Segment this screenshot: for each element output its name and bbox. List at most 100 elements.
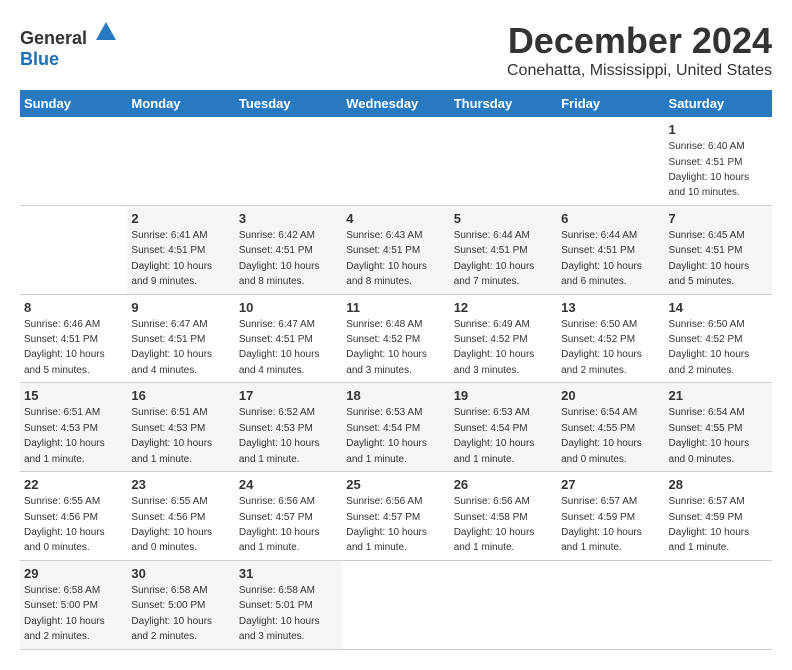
daylight-info: Daylight: 10 hours and 0 minutes.	[561, 438, 642, 464]
sunrise-info: Sunrise: 6:49 AM	[454, 319, 530, 330]
daylight-info: Daylight: 10 hours and 4 minutes.	[131, 349, 212, 375]
page-header: General Blue December 2024 Conehatta, Mi…	[20, 20, 772, 80]
table-cell: 12Sunrise: 6:49 AMSunset: 4:52 PMDayligh…	[450, 294, 557, 383]
day-number: 25	[346, 476, 445, 494]
table-cell: 28Sunrise: 6:57 AMSunset: 4:59 PMDayligh…	[665, 472, 772, 561]
day-number: 29	[24, 565, 123, 583]
sunrise-info: Sunrise: 6:58 AM	[131, 585, 207, 596]
sunset-info: Sunset: 4:55 PM	[561, 423, 635, 434]
table-cell	[235, 117, 342, 205]
calendar-week-row: 2Sunrise: 6:41 AMSunset: 4:51 PMDaylight…	[20, 205, 772, 294]
sunset-info: Sunset: 4:52 PM	[454, 334, 528, 345]
sunrise-info: Sunrise: 6:47 AM	[131, 319, 207, 330]
sunrise-info: Sunrise: 6:42 AM	[239, 230, 315, 241]
subtitle: Conehatta, Mississippi, United States	[507, 62, 772, 80]
day-number: 20	[561, 387, 660, 405]
daylight-info: Daylight: 10 hours and 0 minutes.	[669, 438, 750, 464]
header-saturday: Saturday	[665, 90, 772, 117]
header-sunday: Sunday	[20, 90, 127, 117]
daylight-info: Daylight: 10 hours and 1 minute.	[669, 527, 750, 553]
sunrise-info: Sunrise: 6:51 AM	[24, 407, 100, 418]
sunset-info: Sunset: 4:51 PM	[24, 334, 98, 345]
sunset-info: Sunset: 4:51 PM	[239, 245, 313, 256]
sunset-info: Sunset: 4:54 PM	[454, 423, 528, 434]
calendar-header-row: Sunday Monday Tuesday Wednesday Thursday…	[20, 90, 772, 117]
logo-blue: Blue	[20, 49, 59, 69]
table-cell: 16Sunrise: 6:51 AMSunset: 4:53 PMDayligh…	[127, 383, 234, 472]
sunset-info: Sunset: 5:00 PM	[24, 600, 98, 611]
sunrise-info: Sunrise: 6:54 AM	[669, 407, 745, 418]
day-number: 31	[239, 565, 338, 583]
sunrise-info: Sunrise: 6:53 AM	[454, 407, 530, 418]
day-number: 23	[131, 476, 230, 494]
daylight-info: Daylight: 10 hours and 1 minute.	[239, 527, 320, 553]
day-number: 3	[239, 210, 338, 228]
daylight-info: Daylight: 10 hours and 4 minutes.	[239, 349, 320, 375]
day-number: 12	[454, 299, 553, 317]
table-cell: 31Sunrise: 6:58 AMSunset: 5:01 PMDayligh…	[235, 560, 342, 649]
table-cell: 5Sunrise: 6:44 AMSunset: 4:51 PMDaylight…	[450, 205, 557, 294]
day-number: 17	[239, 387, 338, 405]
logo-icon	[94, 20, 118, 44]
day-number: 6	[561, 210, 660, 228]
header-friday: Friday	[557, 90, 664, 117]
table-cell	[450, 560, 557, 649]
table-cell: 14Sunrise: 6:50 AMSunset: 4:52 PMDayligh…	[665, 294, 772, 383]
sunrise-info: Sunrise: 6:53 AM	[346, 407, 422, 418]
sunset-info: Sunset: 4:58 PM	[454, 512, 528, 523]
sunset-info: Sunset: 4:57 PM	[239, 512, 313, 523]
calendar-table: Sunday Monday Tuesday Wednesday Thursday…	[20, 90, 772, 650]
logo: General Blue	[20, 20, 118, 70]
table-cell: 8Sunrise: 6:46 AMSunset: 4:51 PMDaylight…	[20, 294, 127, 383]
table-cell: 3Sunrise: 6:42 AMSunset: 4:51 PMDaylight…	[235, 205, 342, 294]
day-number: 1	[669, 121, 768, 139]
sunrise-info: Sunrise: 6:45 AM	[669, 230, 745, 241]
sunrise-info: Sunrise: 6:56 AM	[454, 496, 530, 507]
header-wednesday: Wednesday	[342, 90, 449, 117]
sunrise-info: Sunrise: 6:54 AM	[561, 407, 637, 418]
sunrise-info: Sunrise: 6:51 AM	[131, 407, 207, 418]
sunset-info: Sunset: 4:56 PM	[24, 512, 98, 523]
table-cell: 24Sunrise: 6:56 AMSunset: 4:57 PMDayligh…	[235, 472, 342, 561]
daylight-info: Daylight: 10 hours and 1 minute.	[346, 438, 427, 464]
day-number: 21	[669, 387, 768, 405]
sunrise-info: Sunrise: 6:52 AM	[239, 407, 315, 418]
daylight-info: Daylight: 10 hours and 1 minute.	[239, 438, 320, 464]
sunset-info: Sunset: 5:00 PM	[131, 600, 205, 611]
main-title: December 2024	[507, 20, 772, 62]
table-cell	[342, 117, 449, 205]
sunset-info: Sunset: 4:53 PM	[131, 423, 205, 434]
daylight-info: Daylight: 10 hours and 1 minute.	[454, 438, 535, 464]
calendar-week-row: 15Sunrise: 6:51 AMSunset: 4:53 PMDayligh…	[20, 383, 772, 472]
header-tuesday: Tuesday	[235, 90, 342, 117]
table-cell: 11Sunrise: 6:48 AMSunset: 4:52 PMDayligh…	[342, 294, 449, 383]
logo-text: General Blue	[20, 20, 118, 70]
sunrise-info: Sunrise: 6:55 AM	[24, 496, 100, 507]
day-number: 2	[131, 210, 230, 228]
day-number: 4	[346, 210, 445, 228]
calendar-week-row: 22Sunrise: 6:55 AMSunset: 4:56 PMDayligh…	[20, 472, 772, 561]
table-cell: 18Sunrise: 6:53 AMSunset: 4:54 PMDayligh…	[342, 383, 449, 472]
sunrise-info: Sunrise: 6:46 AM	[24, 319, 100, 330]
daylight-info: Daylight: 10 hours and 1 minute.	[454, 527, 535, 553]
sunrise-info: Sunrise: 6:58 AM	[24, 585, 100, 596]
daylight-info: Daylight: 10 hours and 1 minute.	[24, 438, 105, 464]
table-cell	[342, 560, 449, 649]
sunrise-info: Sunrise: 6:44 AM	[561, 230, 637, 241]
daylight-info: Daylight: 10 hours and 2 minutes.	[669, 349, 750, 375]
sunset-info: Sunset: 4:52 PM	[669, 334, 743, 345]
daylight-info: Daylight: 10 hours and 0 minutes.	[24, 527, 105, 553]
day-number: 5	[454, 210, 553, 228]
sunrise-info: Sunrise: 6:43 AM	[346, 230, 422, 241]
daylight-info: Daylight: 10 hours and 1 minute.	[561, 527, 642, 553]
table-cell: 29 Sunrise: 6:58 AM Sunset: 5:00 PM Dayligh…	[20, 560, 127, 649]
calendar-week-row: 1Sunrise: 6:40 AMSunset: 4:51 PMDaylight…	[20, 117, 772, 205]
sunrise-info: Sunrise: 6:40 AM	[669, 141, 745, 152]
daylight-info: Daylight: 10 hours and 0 minutes.	[131, 527, 212, 553]
daylight-info: Daylight: 10 hours and 3 minutes.	[239, 616, 320, 642]
sunset-info: Sunset: 4:51 PM	[669, 157, 743, 168]
sunrise-info: Sunrise: 6:57 AM	[669, 496, 745, 507]
daylight-info: Daylight: 10 hours and 2 minutes.	[24, 616, 105, 642]
daylight-info: Daylight: 10 hours and 5 minutes.	[669, 261, 750, 287]
sunrise-info: Sunrise: 6:50 AM	[561, 319, 637, 330]
